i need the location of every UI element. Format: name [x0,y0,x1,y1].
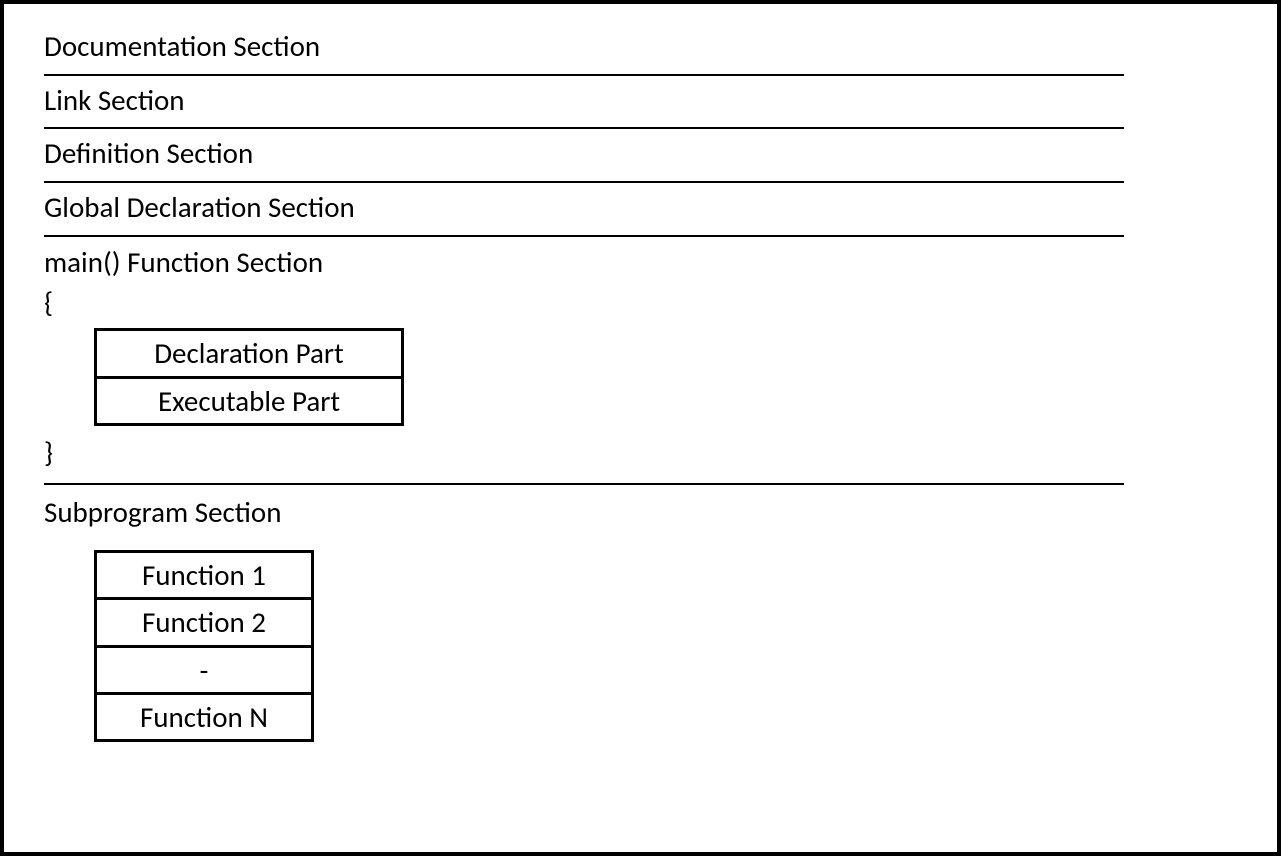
subprogram-heading: Subprogram Section [44,491,1124,535]
function-n-cell: Function N [94,695,314,742]
declaration-part-cell: Declaration Part [94,328,404,378]
close-brace: } [44,432,1124,473]
definition-section-row: Definition Section [44,129,1124,183]
main-function-section-block: main() Function Section { Declaration Pa… [44,237,1124,485]
link-section-row: Link Section [44,76,1124,130]
open-brace: { [44,282,1124,323]
executable-part-cell: Executable Part [94,379,404,426]
main-function-heading: main() Function Section [44,243,1124,282]
function-1-cell: Function 1 [94,550,314,600]
global-declaration-section-row: Global Declaration Section [44,183,1124,237]
subprogram-section-block: Subprogram Section Function 1 Function 2… [44,485,1124,743]
function-2-cell: Function 2 [94,600,314,647]
main-parts-box: Declaration Part Executable Part [94,328,404,426]
function-ellipsis-cell: - [94,648,314,695]
documentation-section-row: Documentation Section [44,22,1124,76]
program-structure-frame: Documentation Section Link Section Defin… [0,0,1281,856]
subprogram-functions-box: Function 1 Function 2 - Function N [94,550,314,742]
